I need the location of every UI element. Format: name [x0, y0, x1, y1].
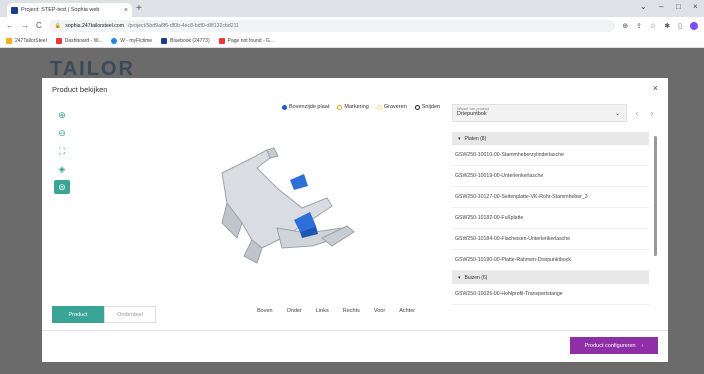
zoom-in-icon[interactable]: ⊕: [54, 108, 70, 122]
chevron-right-icon: ›: [641, 342, 644, 349]
zoom-icon[interactable]: ⊕: [622, 22, 628, 30]
list-item[interactable]: GSW250-10019-00-Unterlenkerlasche: [452, 166, 649, 187]
group-label: Platen (8): [464, 135, 487, 142]
cta-label: Product configureren: [584, 342, 636, 349]
parts-panel: Wissel van product Driepuntbok ⌄ ‹ › ▾ Pl…: [452, 104, 657, 354]
tab-title: Project: STEP-test | Sophia web: [21, 7, 100, 13]
bookmark-item[interactable]: 247TailorSteel: [6, 37, 47, 44]
legend-item: Snijden: [414, 104, 441, 110]
bookmark-favicon-icon: [218, 37, 225, 44]
view-links-button[interactable]: Links: [316, 308, 329, 314]
list-item[interactable]: GSW250-10026-00-Hohlprofil-Transportstan…: [452, 284, 649, 305]
zoom-out-icon[interactable]: ⊖: [54, 126, 70, 140]
bookmark-item[interactable]: W - myFictime: [111, 37, 153, 44]
footer-divider: [42, 330, 668, 331]
product-select[interactable]: Wissel van product Driepuntbok ⌄: [452, 104, 627, 122]
configure-product-button[interactable]: Product configureren ›: [570, 337, 658, 354]
new-tab-button[interactable]: +: [136, 3, 142, 15]
legend-label: Markering: [344, 104, 369, 110]
legend-dot-icon: [337, 104, 343, 110]
list-item[interactable]: GSW250-10182-00-Fußplatte: [452, 208, 649, 229]
modal-title: Product bekijken: [52, 85, 108, 94]
extensions-icon[interactable]: ✱: [664, 22, 670, 30]
bookmark-favicon-icon: [6, 37, 12, 44]
prev-product-button[interactable]: ‹: [632, 108, 642, 118]
bookmark-label: Dashboard - W...: [64, 37, 103, 44]
product-modal: Product bekijken × ⊕ ⊖ ⛶ ◈ ⊜ Bovenzijde …: [42, 78, 668, 362]
bookmark-label: Bluebook (24773): [170, 37, 210, 44]
view-tabs: Product Onderdeel: [52, 306, 156, 323]
bookmark-favicon-icon: [55, 37, 62, 44]
3d-model-viewer[interactable]: [182, 128, 382, 288]
tab-onderdeel[interactable]: Onderdeel: [104, 306, 156, 323]
close-window-button[interactable]: ×: [693, 2, 698, 11]
maximize-button[interactable]: □: [676, 2, 681, 11]
list-item[interactable]: GSW250-10127-00-Seitenplatte-VK-Rohr-Sta…: [452, 187, 649, 208]
view-mode-icon[interactable]: ⊜: [54, 180, 70, 194]
list-item[interactable]: GSW250-10010-00-Stammheberzylinderlasche: [452, 145, 649, 166]
group-header[interactable]: ▾ Buizen (6): [452, 271, 649, 284]
legend-dot-icon: [376, 104, 382, 110]
group-label: Buizen (6): [464, 274, 488, 281]
close-icon[interactable]: ×: [653, 83, 658, 93]
profile-avatar[interactable]: [690, 21, 698, 30]
legend-dot-icon: [414, 104, 420, 110]
group-header[interactable]: ▾ Platen (8): [452, 132, 649, 145]
side-panel-icon[interactable]: ▯: [678, 22, 682, 30]
legend-dot-icon: [282, 104, 287, 110]
legend-item: Graveren: [376, 104, 407, 110]
viewer-toolbar: ⊕ ⊖ ⛶ ◈ ⊜: [54, 108, 70, 194]
list-item[interactable]: GSW250-10184-00-Flacheisen-Unterlenkerla…: [452, 229, 649, 250]
bookmark-label: W - myFictime: [120, 37, 153, 44]
browser-tab-strip: Project: STEP-test | Sophia web × + ⌄ – …: [0, 0, 704, 17]
next-product-button[interactable]: ›: [647, 108, 657, 118]
address-bar-row: ← → C 🔒 sophia.247tailorsteel.com/projec…: [0, 17, 704, 34]
legend-label: Graveren: [383, 104, 407, 110]
view-voor-button[interactable]: Voor: [374, 308, 385, 314]
tab-search-icon[interactable]: ⌄: [640, 2, 647, 11]
bookmark-star-icon[interactable]: ☆: [650, 22, 656, 30]
chevron-down-icon: ⌄: [614, 111, 620, 117]
back-icon[interactable]: ←: [6, 21, 14, 30]
bookmark-favicon-icon: [161, 37, 168, 44]
fit-icon[interactable]: ⛶: [54, 144, 70, 158]
lock-icon: 🔒: [54, 22, 62, 29]
view-onder-button[interactable]: Onder: [287, 308, 302, 314]
tab-close-icon[interactable]: ×: [124, 7, 128, 14]
bookmark-label: Page not found - G...: [227, 37, 275, 44]
layers-icon[interactable]: ◈: [54, 162, 70, 176]
url-path: /project/5bd9a8f6-df0b-4ec8-bdf0-d8f132c…: [128, 22, 240, 29]
minimize-button[interactable]: –: [659, 2, 663, 11]
view-boven-button[interactable]: Boven: [257, 308, 273, 314]
legend-item: Markering: [337, 104, 369, 110]
list-item[interactable]: GSW250-10190-00-Platte-Rahmen-Dreipunktb…: [452, 250, 649, 271]
share-icon[interactable]: ⇪: [636, 22, 642, 30]
bookmark-label: 247TailorSteel: [15, 37, 47, 44]
legend-item: Bovenzijde plaat: [282, 104, 329, 110]
view-rechts-button[interactable]: Rechts: [343, 308, 360, 314]
url-field[interactable]: 🔒 sophia.247tailorsteel.com/project/5bd9…: [48, 19, 616, 32]
legend: Bovenzijde plaat Markering Graveren Snij…: [282, 104, 440, 110]
parts-list: ▾ Platen (8) GSW250-10010-00-Stammheberzy…: [452, 132, 657, 322]
select-value: Driepuntbok: [457, 111, 487, 117]
legend-label: Bovenzijde plaat: [289, 104, 330, 110]
bookmark-item[interactable]: Dashboard - W...: [55, 37, 103, 44]
caret-down-icon: ▾: [458, 274, 461, 281]
url-host: sophia.247tailorsteel.com: [65, 22, 125, 29]
tab-product[interactable]: Product: [52, 306, 104, 323]
forward-icon[interactable]: →: [21, 21, 29, 30]
scrollbar[interactable]: [654, 136, 657, 256]
favicon-icon: [11, 6, 18, 14]
caret-down-icon: ▾: [458, 135, 461, 142]
camera-views: Boven Onder Links Rechts Voor Achter: [257, 308, 415, 314]
bookmark-item[interactable]: Bluebook (24773): [161, 37, 210, 44]
reload-icon[interactable]: C: [36, 21, 42, 30]
bookmarks-bar: 247TailorSteel Dashboard - W... W - myFi…: [0, 34, 704, 48]
browser-tab[interactable]: Project: STEP-test | Sophia web ×: [7, 3, 132, 17]
view-achter-button[interactable]: Achter: [399, 308, 415, 314]
bookmark-item[interactable]: Page not found - G...: [218, 37, 275, 44]
legend-label: Snijden: [421, 104, 441, 110]
bookmark-favicon-icon: [111, 37, 118, 44]
